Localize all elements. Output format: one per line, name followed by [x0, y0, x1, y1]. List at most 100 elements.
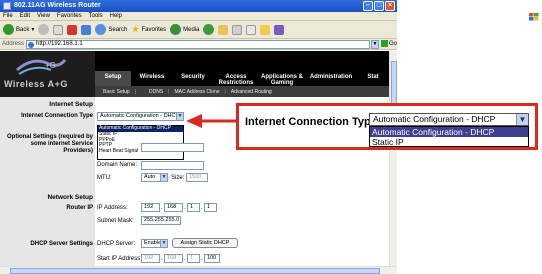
- callout-option-dhcp: Automatic Configuration - DHCP: [370, 127, 528, 137]
- address-bar: Address http://192.168.1.1 ▼ Go: [0, 39, 397, 50]
- router-ip-label: Router IP: [66, 205, 93, 211]
- dhcp-server-label: DHCP Server:: [97, 241, 135, 247]
- subnet-mask-select[interactable]: 255.255.255.0: [141, 216, 181, 225]
- vertical-scrollbar[interactable]: [389, 51, 397, 266]
- menu-favorites[interactable]: Favorites: [57, 12, 82, 20]
- horizontal-scrollbar[interactable]: [0, 266, 397, 274]
- start-ip-octet-4[interactable]: 100: [204, 254, 220, 263]
- browser-toolbar: Back ▾ Search ★ Favorites Media: [0, 21, 397, 39]
- router-page: +G Wireless A+G Setup Wireless Security …: [0, 51, 389, 266]
- maximize-button[interactable]: □: [374, 1, 384, 11]
- svg-text:+G: +G: [45, 61, 56, 70]
- connection-type-select[interactable]: Automatic Configuration - DHCP ▼: [97, 112, 184, 121]
- tab-administration[interactable]: Administration: [305, 71, 357, 86]
- windows-logo-icon: [529, 13, 539, 21]
- tab-access-restrictions[interactable]: Access Restrictions: [213, 71, 259, 86]
- host-name-input[interactable]: [141, 143, 204, 152]
- mail-icon[interactable]: [218, 24, 229, 35]
- edit-icon[interactable]: [246, 24, 257, 35]
- mtu-size-input[interactable]: 1500: [186, 173, 208, 182]
- address-dropdown[interactable]: ▼: [371, 40, 379, 49]
- mtu-label: MTU:: [97, 175, 112, 181]
- menu-edit[interactable]: Edit: [20, 12, 30, 20]
- mtu-select[interactable]: Auto ▼: [141, 173, 168, 182]
- callout-connection-type-label: Internet Connection Type: [245, 116, 377, 128]
- horizontal-scroll-thumb[interactable]: [10, 268, 380, 274]
- history-icon[interactable]: [203, 24, 215, 35]
- ip-octet-2[interactable]: 168: [164, 203, 183, 212]
- tab-security[interactable]: Security: [173, 71, 213, 86]
- start-ip-octet-1[interactable]: 192: [141, 254, 160, 263]
- minimize-button[interactable]: –: [363, 1, 373, 11]
- subtab-advanced-routing[interactable]: Advanced Routing: [227, 89, 276, 95]
- domain-name-input[interactable]: [141, 161, 204, 170]
- dhcp-settings-title: DHCP Server Settings: [30, 241, 93, 247]
- chevron-down-icon: ▼: [516, 114, 528, 125]
- sub-tabs: Basic Setup | DDNS | MAC Address Clone | Ad…: [95, 86, 389, 97]
- optional-settings-label: Optional Settings (required by some inte…: [6, 134, 93, 154]
- print-icon[interactable]: [232, 24, 243, 35]
- domain-name-label: Domain Name:: [97, 162, 138, 168]
- subtab-ddns[interactable]: DDNS: [137, 89, 167, 95]
- folder-icon[interactable]: [260, 24, 271, 35]
- search-button[interactable]: Search: [95, 24, 127, 35]
- back-button[interactable]: Back ▾: [3, 24, 34, 35]
- close-button[interactable]: ×: [385, 1, 395, 11]
- chevron-down-icon: ▼: [160, 240, 167, 247]
- subtab-basic-setup[interactable]: Basic Setup: [95, 89, 134, 95]
- start-ip-octet-2[interactable]: 168: [164, 254, 183, 263]
- tab-setup[interactable]: Setup: [95, 71, 131, 86]
- menu-file[interactable]: File: [3, 12, 13, 20]
- callout-option-list: Automatic Configuration - DHCP Static IP: [369, 126, 529, 147]
- menu-view[interactable]: View: [37, 12, 50, 20]
- chevron-down-icon: ▼: [176, 113, 183, 120]
- connection-type-label: Internet Connection Type: [21, 113, 93, 119]
- menu-bar: File Edit View Favorites Tools Help: [0, 12, 397, 21]
- menu-help[interactable]: Help: [110, 12, 122, 20]
- tab-wireless[interactable]: Wireless: [131, 71, 173, 86]
- address-input[interactable]: http://192.168.1.1: [26, 40, 370, 49]
- network-setup-title: Network Setup: [47, 194, 93, 201]
- ip-octet-4[interactable]: 1: [204, 203, 217, 212]
- start-ip-octet-3[interactable]: 1: [187, 254, 200, 263]
- search-icon: [95, 24, 107, 35]
- callout-connection-select: Automatic Configuration - DHCP ▼: [369, 113, 529, 126]
- subtab-mac-clone[interactable]: MAC Address Clone: [170, 89, 223, 95]
- main-tabs: Setup Wireless Security Access Restricti…: [95, 71, 389, 86]
- go-arrow-icon: [381, 40, 388, 47]
- dhcp-server-select[interactable]: Enable ▼: [141, 239, 168, 248]
- subnet-mask-label: Subnet Mask:: [97, 218, 134, 224]
- brand-title: Wireless A+G: [4, 79, 68, 89]
- star-icon: ★: [131, 24, 140, 34]
- assign-static-dhcp-button[interactable]: Assign Static DHCP: [172, 238, 238, 248]
- window-controls: – □ ×: [363, 1, 395, 11]
- ie-page-icon: [3, 2, 11, 10]
- tab-applications-gaming[interactable]: Applications & Gaming: [259, 71, 305, 86]
- brand-header: +G Wireless A+G: [0, 51, 95, 97]
- refresh-icon[interactable]: [67, 24, 78, 35]
- tab-status[interactable]: Stat: [357, 71, 389, 86]
- zoom-callout: Internet Connection Type Automatic Confi…: [236, 103, 538, 150]
- window-title: 802.11AG Wireless Router: [14, 2, 101, 9]
- back-arrow-icon: [3, 24, 14, 35]
- media-icon: [170, 24, 182, 35]
- callout-option-static-ip: Static IP: [372, 137, 404, 147]
- chevron-down-icon: ▼: [160, 174, 167, 181]
- ip-octet-3[interactable]: 1: [187, 203, 200, 212]
- stop-icon[interactable]: [53, 24, 64, 35]
- menu-tools[interactable]: Tools: [89, 12, 103, 20]
- go-button[interactable]: Go: [381, 40, 397, 49]
- router-logo-icon: +G: [16, 59, 67, 75]
- size-label: Size:: [171, 175, 185, 181]
- media-button[interactable]: Media: [170, 24, 199, 35]
- start-ip-label: Start IP Address:: [97, 256, 142, 262]
- address-label: Address: [2, 41, 25, 47]
- home-icon[interactable]: [81, 24, 92, 35]
- ip-address-label: IP Address:: [97, 205, 128, 211]
- internet-setup-title: Internet Setup: [49, 101, 93, 108]
- favorites-button[interactable]: ★ Favorites: [131, 24, 166, 35]
- ip-octet-1[interactable]: 192: [141, 203, 160, 212]
- messenger-icon[interactable]: [274, 24, 285, 35]
- forward-button[interactable]: [38, 24, 50, 35]
- window-titlebar: 802.11AG Wireless Router – □ ×: [0, 0, 397, 12]
